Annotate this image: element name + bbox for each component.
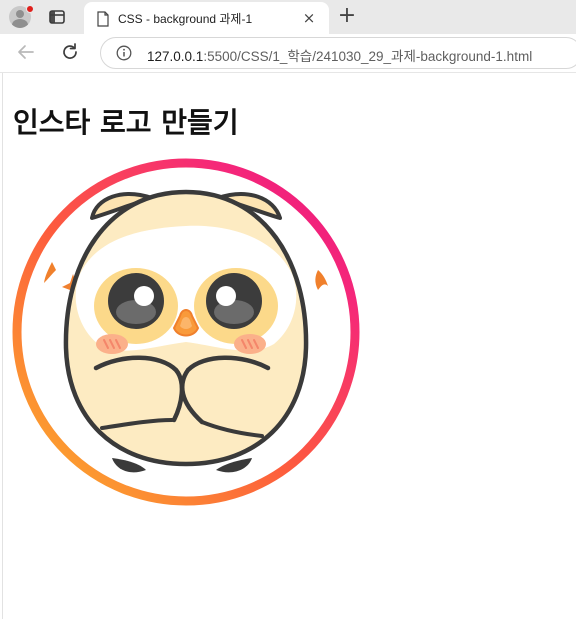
url-host: 127.0.0.1 — [147, 49, 204, 64]
avatar-head — [16, 10, 24, 18]
left-eye-highlight — [134, 286, 154, 306]
close-icon[interactable]: × — [301, 10, 317, 26]
page-viewport: 인스타 로고 만들기 — [0, 73, 576, 619]
page-left-border — [2, 73, 3, 619]
tab-active[interactable]: CSS - background 과제-1 × — [84, 2, 329, 34]
tab-title: CSS - background 과제-1 — [118, 12, 253, 26]
avatar-shoulders — [12, 19, 28, 28]
browser-toolbar: 127.0.0.1:5500/CSS/1_학습/241030_29_과제-bac… — [0, 34, 576, 72]
page-title: 인스타 로고 만들기 — [13, 106, 239, 139]
right-eye-highlight — [216, 286, 236, 306]
address-bar[interactable]: 127.0.0.1:5500/CSS/1_학습/241030_29_과제-bac… — [100, 37, 576, 69]
reload-icon[interactable] — [60, 42, 80, 62]
owl-character-icon — [12, 158, 360, 506]
tab-strip: CSS - background 과제-1 × + — [0, 0, 576, 34]
info-icon[interactable] — [116, 45, 132, 61]
profile-notification-dot — [26, 5, 34, 13]
tab-actions-icon[interactable] — [48, 8, 66, 26]
back-arrow-icon[interactable] — [16, 42, 36, 62]
document-icon — [97, 11, 109, 27]
url-path: :5500/CSS/1_학습/241030_29_과제-background-1… — [203, 49, 533, 64]
url-text[interactable]: 127.0.0.1:5500/CSS/1_학습/241030_29_과제-bac… — [147, 45, 532, 65]
new-tab-icon[interactable]: + — [336, 5, 358, 28]
